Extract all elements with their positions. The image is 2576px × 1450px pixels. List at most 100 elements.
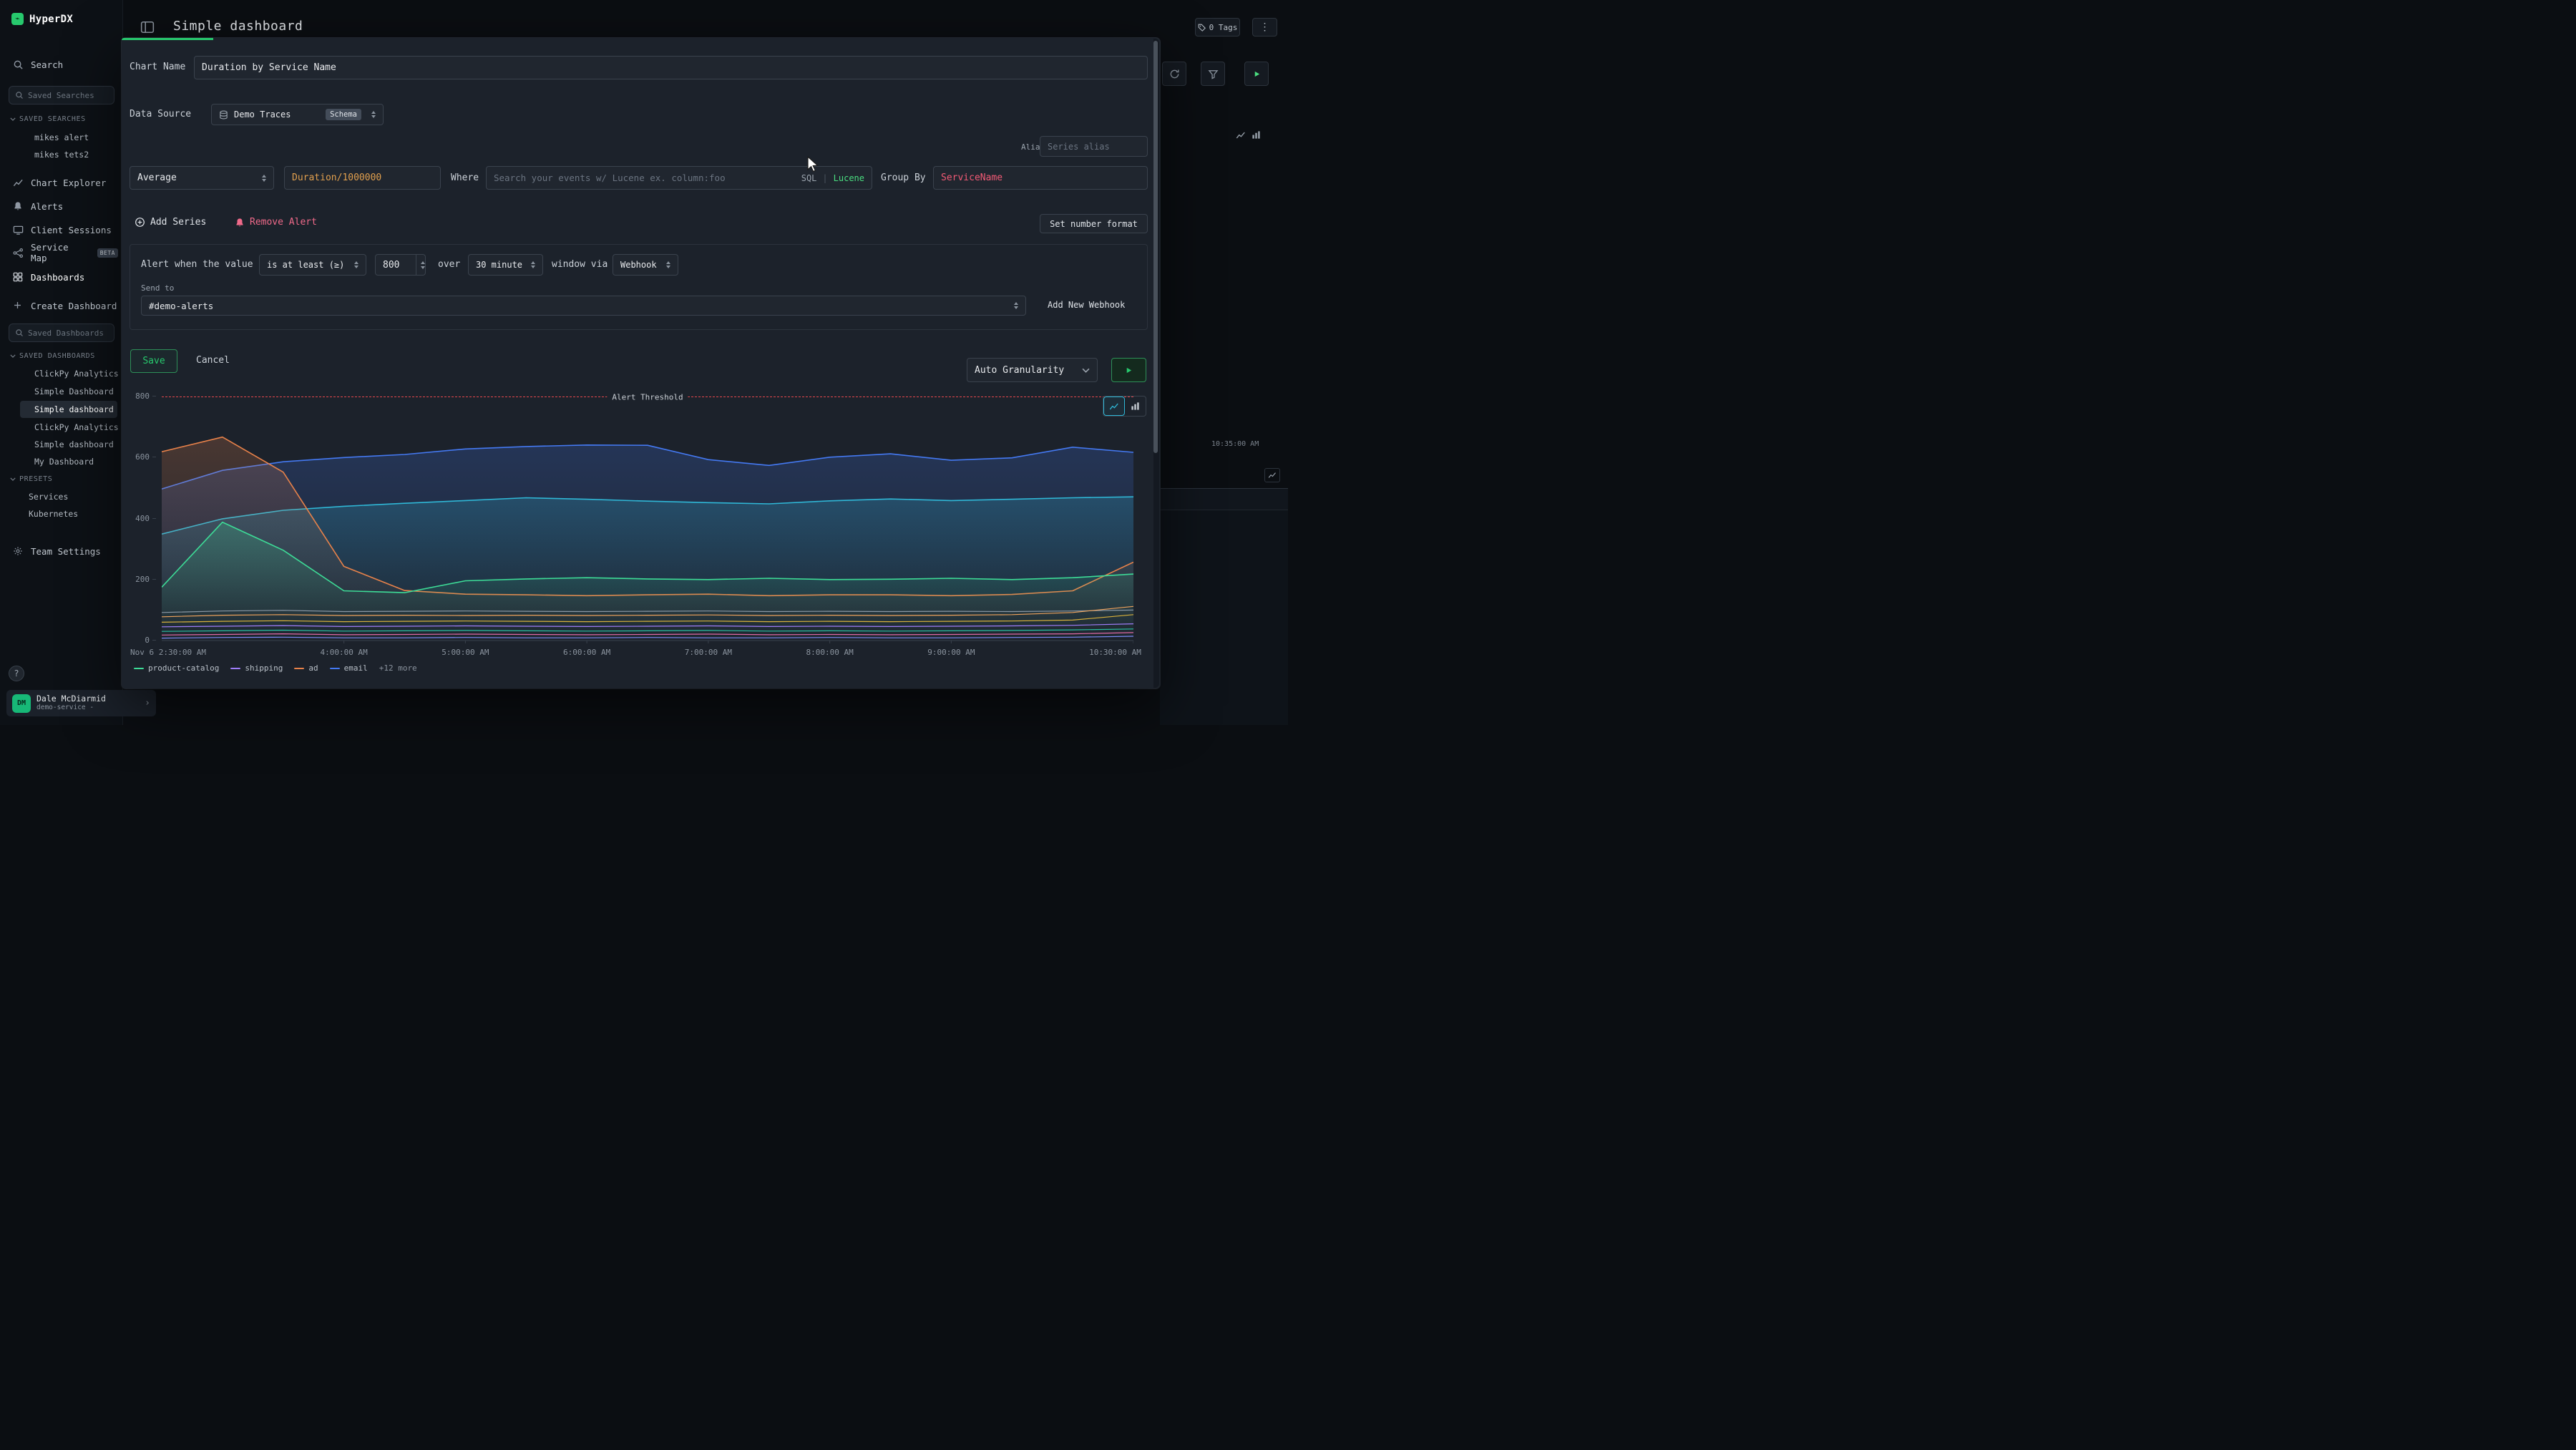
sidebar-item-service-map[interactable]: Service Map BETA <box>13 246 118 259</box>
bar-chart-icon[interactable] <box>1252 130 1261 140</box>
alias-input[interactable] <box>1048 142 1140 152</box>
alias-field[interactable] <box>1040 136 1148 157</box>
chevron-down-icon <box>10 354 16 358</box>
legend-item[interactable]: product-catalog <box>134 663 219 673</box>
page-title: Simple dashboard <box>173 19 303 34</box>
legend-label: shipping <box>245 663 283 673</box>
tile-chart-icon[interactable] <box>1264 468 1280 482</box>
field-expression-field[interactable]: Duration/1000000 <box>284 166 441 190</box>
saved-searches-search-input[interactable]: Saved Searches <box>9 86 114 104</box>
saved-dashboard-item-active[interactable]: Simple dashboard <box>20 401 117 418</box>
presets-header[interactable]: PRESETS <box>10 475 52 483</box>
circle-plus-icon <box>135 217 145 228</box>
add-new-webhook-button[interactable]: Add New Webhook <box>1048 300 1125 310</box>
sidebar-item-alerts[interactable]: Alerts <box>13 200 118 213</box>
alert-condition-select[interactable]: is at least (≥) <box>259 254 366 276</box>
search-icon <box>15 329 24 337</box>
alert-threshold-field[interactable] <box>375 254 426 276</box>
data-source-select[interactable]: Demo Traces Schema <box>211 104 384 125</box>
overflow-menu-button[interactable]: ⋮ <box>1252 18 1277 37</box>
sidebar-item-chart-explorer[interactable]: Chart Explorer <box>13 176 118 189</box>
saved-dashboard-item[interactable]: Simple dashboard <box>34 439 114 449</box>
granularity-select[interactable]: Auto Granularity <box>967 358 1098 382</box>
run-chart-button[interactable] <box>1111 358 1146 382</box>
saved-dashboards-header[interactable]: SAVED DASHBOARDS <box>10 352 95 360</box>
legend-label: ad <box>308 663 318 673</box>
chart-name-field[interactable] <box>194 56 1148 79</box>
filter-button[interactable] <box>1201 62 1225 86</box>
webhook-select[interactable]: #demo-alerts <box>141 296 1026 316</box>
tile-chart-type-icons[interactable] <box>1236 130 1261 140</box>
alert-threshold-input[interactable] <box>383 260 410 271</box>
legend-item[interactable]: shipping <box>230 663 283 673</box>
run-query-button[interactable] <box>1244 62 1269 86</box>
user-menu[interactable]: DM Dale McDiarmid demo-service - › <box>6 690 156 716</box>
saved-dashboard-item[interactable]: ClickPy Analytics <box>34 369 119 379</box>
legend-item[interactable]: +12 more <box>379 663 417 673</box>
select-chevrons-icon <box>256 175 266 182</box>
legend-label: +12 more <box>379 663 417 673</box>
help-button[interactable]: ? <box>9 666 24 681</box>
saved-search-item[interactable]: mikes tets2 <box>34 150 89 160</box>
legend-item[interactable]: email <box>330 663 368 673</box>
saved-dashboards-search-input[interactable]: Saved Dashboards <box>9 323 114 342</box>
cancel-button[interactable]: Cancel <box>196 355 230 366</box>
modal-scrollbar-track[interactable] <box>1153 39 1159 688</box>
sidebar: ⌁ HyperDX Search Saved Searches SAVED SE… <box>0 0 123 725</box>
tags-button[interactable]: 0 Tags <box>1195 18 1240 37</box>
refresh-button[interactable] <box>1162 62 1186 86</box>
brand[interactable]: ⌁ HyperDX <box>11 13 73 25</box>
select-chevrons-icon <box>348 261 358 268</box>
set-number-format-button[interactable]: Set number format <box>1040 214 1148 233</box>
avatar: DM <box>12 694 31 713</box>
sidebar-item-team-settings[interactable]: Team Settings <box>13 545 118 558</box>
active-tab-indicator <box>122 38 213 40</box>
sidebar-item-search[interactable]: Search <box>13 58 118 71</box>
where-input[interactable] <box>494 172 801 183</box>
data-source-value: Demo Traces <box>234 110 291 120</box>
group-by-label: Group By <box>881 172 926 183</box>
add-series-button[interactable]: Add Series <box>135 217 206 228</box>
create-dashboard-button[interactable]: Create Dashboard <box>13 299 118 312</box>
line-chart-icon[interactable] <box>1236 130 1246 140</box>
alert-window-select[interactable]: 30 minute <box>468 254 543 276</box>
chart-name-input[interactable] <box>202 62 1140 73</box>
save-button[interactable]: Save <box>130 349 177 373</box>
preset-item[interactable]: Services <box>29 492 68 502</box>
preset-item[interactable]: Kubernetes <box>29 509 78 519</box>
chart-name-label: Chart Name <box>130 62 185 72</box>
saved-searches-header[interactable]: SAVED SEARCHES <box>10 115 86 123</box>
chart-type-toggle <box>1103 396 1146 417</box>
line-chart-toggle[interactable] <box>1103 396 1125 416</box>
lucene-toggle[interactable]: Lucene <box>834 173 864 183</box>
alert-channel-select[interactable]: Webhook <box>613 254 678 276</box>
sidebar-item-dashboards[interactable]: Dashboards <box>13 271 118 283</box>
sql-toggle[interactable]: SQL <box>801 173 817 183</box>
bar-chart-toggle[interactable] <box>1125 396 1146 416</box>
x-tick-label: 6:00:00 AM <box>563 648 610 657</box>
dashboards-grid-icon <box>13 272 24 283</box>
group-by-field[interactable]: ServiceName <box>933 166 1148 190</box>
x-axis: Nov 6 2:30:00 AM4:00:00 AM5:00:00 AM6:00… <box>122 648 1148 658</box>
select-chevrons-icon <box>366 111 376 118</box>
modal-scrollbar-thumb[interactable] <box>1153 41 1158 453</box>
beta-badge: BETA <box>97 248 118 258</box>
x-tick-label: 8:00:00 AM <box>806 648 854 657</box>
y-tick-label: 600 <box>125 452 156 462</box>
sidebar-item-client-sessions[interactable]: Client Sessions <box>13 223 118 236</box>
aggregation-select[interactable]: Average <box>130 166 274 190</box>
saved-dashboard-item[interactable]: Simple Dashboard <box>34 386 114 396</box>
number-stepper[interactable] <box>416 255 425 275</box>
y-tick-label: 400 <box>125 514 156 523</box>
saved-search-item[interactable]: mikes alert <box>34 132 89 142</box>
sidebar-collapse-icon[interactable] <box>140 20 155 34</box>
saved-dashboard-item[interactable]: My Dashboard <box>34 457 94 467</box>
saved-dashboard-item[interactable]: ClickPy Analytics <box>34 422 119 432</box>
x-tick-label: Nov 6 2:30:00 AM <box>130 648 206 657</box>
chevron-right-icon: › <box>145 698 150 709</box>
sidebar-item-label: Search <box>31 59 63 70</box>
where-field[interactable]: SQL | Lucene <box>486 166 872 190</box>
legend-item[interactable]: ad <box>294 663 318 673</box>
background-lower-panel-header <box>1160 489 1288 510</box>
remove-alert-button[interactable]: Remove Alert <box>235 217 317 228</box>
